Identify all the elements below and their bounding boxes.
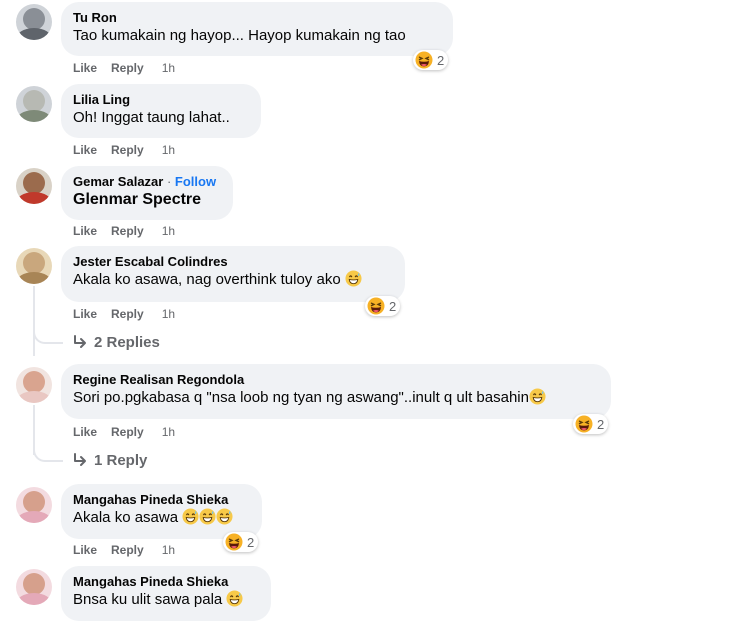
thread-connector xyxy=(33,326,63,344)
comment-text-row: Akala ko asawa xyxy=(73,508,250,528)
reaction-count: 2 xyxy=(597,416,605,432)
like-button[interactable]: Like xyxy=(73,543,97,557)
grinning-sweat-emoji-icon xyxy=(216,508,233,526)
reply-arrow-icon xyxy=(74,335,86,348)
laughing-emoji-icon xyxy=(367,297,385,315)
laughing-emoji-icon xyxy=(225,533,243,551)
reply-button[interactable]: Reply xyxy=(111,425,144,439)
comment-timestamp[interactable]: 1h xyxy=(162,61,175,75)
comment-timestamp[interactable]: 1h xyxy=(162,143,175,157)
comment-bubble: Gemar Salazar · Follow Glenmar Spectre xyxy=(61,166,233,220)
grinning-sweat-emoji-icon xyxy=(529,388,546,406)
comment-timestamp[interactable]: 1h xyxy=(162,307,175,321)
comment-bubble: Lilia Ling Oh! Inggat taung lahat.. xyxy=(61,84,261,138)
grinning-sweat-emoji-icon xyxy=(226,590,243,608)
separator-dot: · xyxy=(163,174,175,189)
comment-text: Oh! Inggat taung lahat.. xyxy=(73,109,230,126)
reaction-summary[interactable]: 2 xyxy=(413,50,449,70)
comment-text: Sori po.pgkabasa q "nsa loob ng tyan ng … xyxy=(73,389,529,406)
comment-text: Akala ko asawa, nag overthink tuloy ako xyxy=(73,271,341,288)
reaction-summary[interactable]: 2 xyxy=(223,532,259,552)
tagged-name-link[interactable]: Glenmar Spectre xyxy=(73,190,221,210)
like-button[interactable]: Like xyxy=(73,224,97,238)
comment-text: Tao kumakain ng hayop... Hayop kumakain … xyxy=(73,27,406,44)
comment-timestamp[interactable]: 1h xyxy=(162,425,175,439)
comment-actions: Like Reply 1h xyxy=(73,543,175,557)
commenter-name-row: Gemar Salazar · Follow xyxy=(73,173,221,190)
avatar[interactable] xyxy=(16,367,52,403)
comment-bubble: Mangahas Pineda Shieka Akala ko asawa xyxy=(61,484,262,539)
avatar[interactable] xyxy=(16,86,52,122)
commenter-name[interactable]: Regine Realisan Regondola xyxy=(73,371,599,388)
reaction-summary[interactable]: 2 xyxy=(365,296,401,316)
reply-button[interactable]: Reply xyxy=(111,61,144,75)
laughing-emoji-icon xyxy=(575,415,593,433)
avatar[interactable] xyxy=(16,168,52,204)
comment-timestamp[interactable]: 1h xyxy=(162,224,175,238)
commenter-name[interactable]: Lilia Ling xyxy=(73,91,249,108)
comment-text-row: Bnsa ku ulit sawa pala xyxy=(73,590,259,610)
comment-bubble: Regine Realisan Regondola Sori po.pgkaba… xyxy=(61,364,611,419)
reply-button[interactable]: Reply xyxy=(111,543,144,557)
avatar[interactable] xyxy=(16,4,52,40)
thread-connector xyxy=(33,444,63,462)
follow-button[interactable]: Follow xyxy=(175,174,216,189)
commenter-name[interactable]: Gemar Salazar xyxy=(73,174,163,189)
commenter-name[interactable]: Tu Ron xyxy=(73,9,441,26)
comment-text-row: Akala ko asawa, nag overthink tuloy ako xyxy=(73,270,393,290)
commenter-name[interactable]: Mangahas Pineda Shieka xyxy=(73,573,259,590)
comment-actions: Like Reply 1h xyxy=(73,425,175,439)
reaction-count: 2 xyxy=(437,52,445,68)
comment-bubble: Tu Ron Tao kumakain ng hayop... Hayop ku… xyxy=(61,2,453,56)
comment-timestamp[interactable]: 1h xyxy=(162,543,175,557)
commenter-name[interactable]: Jester Escabal Colindres xyxy=(73,253,393,270)
commenter-name[interactable]: Mangahas Pineda Shieka xyxy=(73,491,250,508)
like-button[interactable]: Like xyxy=(73,307,97,321)
comment-actions: Like Reply 1h xyxy=(73,307,175,321)
reply-button[interactable]: Reply xyxy=(111,307,144,321)
comment-bubble: Jester Escabal Colindres Akala ko asawa,… xyxy=(61,246,405,302)
grinning-sweat-emoji-icon xyxy=(182,508,199,526)
like-button[interactable]: Like xyxy=(73,61,97,75)
view-replies-link[interactable]: 2 Replies xyxy=(72,334,160,351)
reply-button[interactable]: Reply xyxy=(111,143,144,157)
reply-button[interactable]: Reply xyxy=(111,224,144,238)
grinning-sweat-emoji-icon xyxy=(345,270,362,288)
reaction-count: 2 xyxy=(389,298,397,314)
comment-actions: Like Reply 1h xyxy=(73,61,175,75)
avatar[interactable] xyxy=(16,487,52,523)
comment-actions: Like Reply 1h xyxy=(73,143,175,157)
reply-arrow-icon xyxy=(74,453,86,466)
comment-text: Bnsa ku ulit sawa pala xyxy=(73,591,223,608)
replies-count-label: 1 Reply xyxy=(94,452,148,469)
avatar[interactable] xyxy=(16,248,52,284)
view-replies-link[interactable]: 1 Reply xyxy=(72,452,147,469)
replies-count-label: 2 Replies xyxy=(94,334,160,351)
laughing-emoji-icon xyxy=(415,51,433,69)
like-button[interactable]: Like xyxy=(73,143,97,157)
comment-text-row: Sori po.pgkabasa q "nsa loob ng tyan ng … xyxy=(73,388,599,408)
comment-text: Akala ko asawa xyxy=(73,509,179,526)
grinning-sweat-emoji-icon xyxy=(199,508,216,526)
like-button[interactable]: Like xyxy=(73,425,97,439)
avatar[interactable] xyxy=(16,569,52,605)
reaction-summary[interactable]: 2 xyxy=(573,414,609,434)
comment-actions: Like Reply 1h xyxy=(73,224,175,238)
thread-line xyxy=(33,286,35,356)
comment-bubble: Mangahas Pineda Shieka Bnsa ku ulit sawa… xyxy=(61,566,271,621)
reaction-count: 2 xyxy=(247,534,255,550)
